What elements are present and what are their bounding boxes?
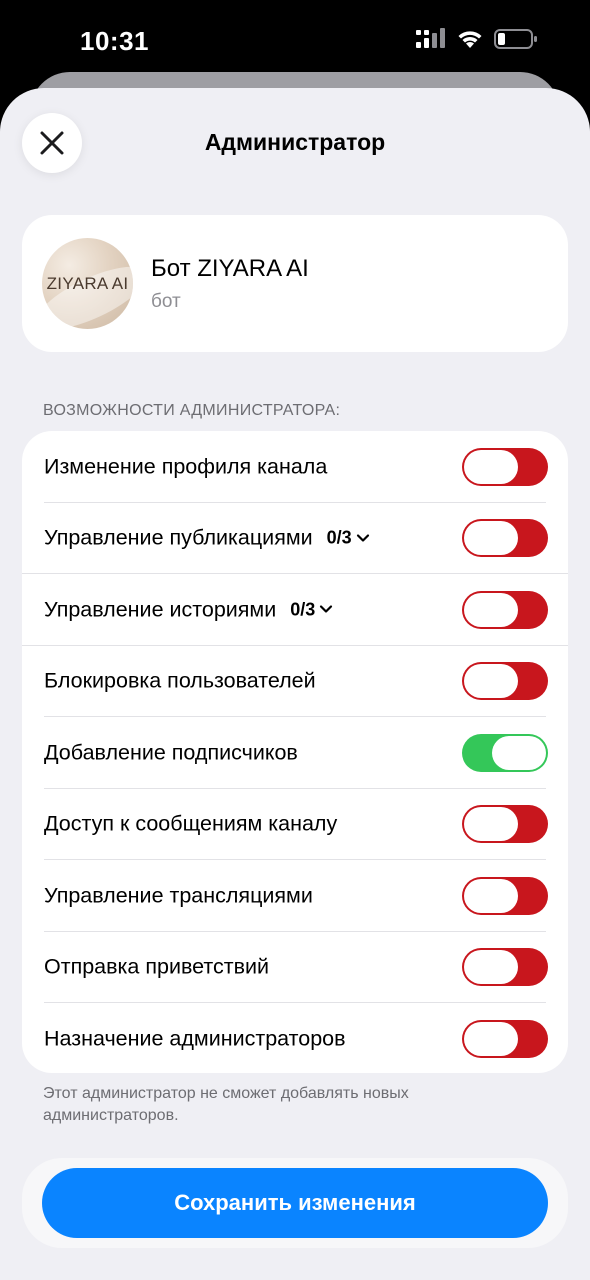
toggle-knob — [464, 592, 518, 627]
toggle-switch[interactable] — [462, 805, 548, 844]
status-bar: 10:31 — [0, 0, 590, 80]
toggle-knob — [464, 664, 518, 699]
permission-row-ban-users[interactable]: Блокировка пользователей — [22, 646, 568, 717]
toggle-switch[interactable] — [462, 876, 548, 915]
toggle-switch[interactable] — [462, 1019, 548, 1058]
toggle-switch[interactable] — [462, 519, 548, 558]
expand-count[interactable]: 0/3 — [327, 528, 370, 549]
toggle-knob — [464, 521, 518, 556]
toggle-switch[interactable] — [462, 948, 548, 987]
profile-subtitle: бот — [151, 291, 181, 312]
expand-count[interactable]: 0/3 — [290, 599, 333, 620]
permission-row-message-access[interactable]: Доступ к сообщениям каналу — [22, 789, 568, 860]
toggle-knob — [464, 449, 518, 484]
permission-row-send-greetings[interactable]: Отправка приветствий — [22, 932, 568, 1003]
permission-label: Блокировка пользователей — [44, 668, 316, 693]
chevron-down-icon — [320, 605, 333, 613]
toggle-switch[interactable] — [462, 447, 548, 486]
save-changes-button[interactable]: Сохранить изменения — [42, 1168, 548, 1238]
toggle-knob — [464, 1021, 518, 1056]
toggle-switch[interactable] — [462, 662, 548, 701]
cellular-signal-icon — [416, 28, 445, 48]
permission-label: Доступ к сообщениям каналу — [44, 811, 338, 836]
profile-name: Бот ZIYARA AI — [151, 255, 309, 282]
avatar-logo-text: ZIYARA AI — [46, 273, 129, 293]
admin-sheet: Администратор ZIYARA AI Бот ZIYARA AI бо… — [0, 88, 590, 1280]
battery-icon — [494, 29, 537, 49]
section-header: ВОЗМОЖНОСТИ АДМИНИСТРАТОРА: — [43, 402, 341, 419]
permission-row-edit-profile[interactable]: Изменение профиля канала — [22, 431, 568, 503]
avatar: ZIYARA AI — [42, 238, 133, 329]
permission-label: Изменение профиля канала — [44, 454, 328, 479]
wifi-icon — [458, 31, 482, 48]
permission-label: Управление историями 0/3 — [44, 597, 333, 622]
permission-label: Управление публикациями 0/3 — [44, 526, 370, 551]
status-time: 10:31 — [80, 26, 149, 56]
status-icons — [416, 28, 538, 50]
sheet-title: Администратор — [204, 129, 386, 155]
chevron-down-icon — [356, 534, 369, 542]
permission-row-manage-posts[interactable]: Управление публикациями 0/3 — [22, 503, 568, 574]
permission-row-appoint-admins[interactable]: Назначение администраторов — [22, 1003, 568, 1073]
toggle-switch[interactable] — [462, 733, 548, 772]
permission-label: Добавление подписчиков — [44, 740, 298, 765]
profile-card: ZIYARA AI Бот ZIYARA AI бот — [22, 215, 568, 352]
toggle-knob — [464, 807, 518, 842]
permissions-footnote: Этот администратор не сможет добавлять н… — [43, 1085, 409, 1124]
permission-row-manage-streams[interactable]: Управление трансляциями — [22, 860, 568, 932]
toggle-knob — [492, 735, 546, 770]
permission-label: Отправка приветствий — [44, 954, 270, 979]
permissions-list: Изменение профиля канала Управление публ… — [22, 431, 568, 1073]
permission-row-manage-stories[interactable]: Управление историями 0/3 — [22, 574, 568, 646]
permission-row-add-subscribers[interactable]: Добавление подписчиков — [22, 717, 568, 789]
permission-label: Управление трансляциями — [44, 883, 313, 908]
toggle-knob — [464, 950, 518, 985]
toggle-switch[interactable] — [462, 590, 548, 629]
toggle-knob — [464, 878, 518, 913]
permission-label: Назначение администраторов — [44, 1026, 346, 1051]
